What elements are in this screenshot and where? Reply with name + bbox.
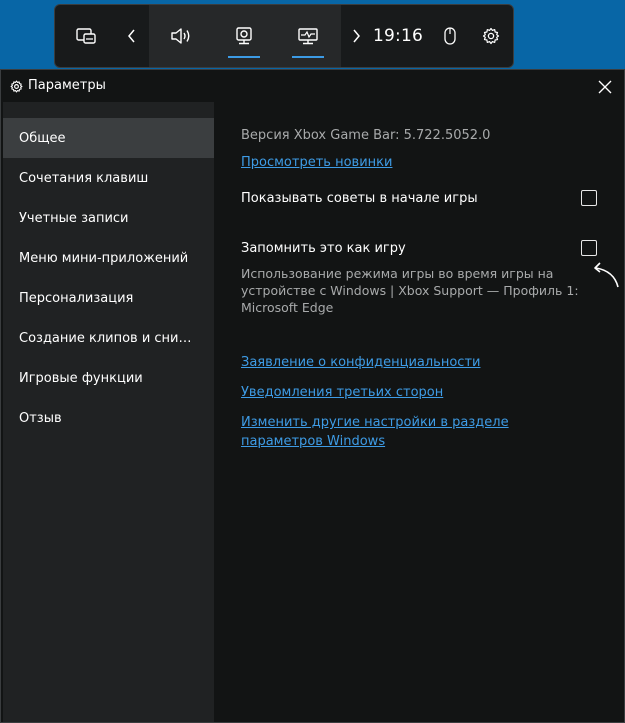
privacy-statement-link[interactable]: Заявление о конфиденциальности xyxy=(241,353,480,372)
sidebar-item-label: Учетные записи xyxy=(19,210,129,226)
version-text: Версия Xbox Game Bar: 5.722.5052.0 xyxy=(241,128,491,143)
sidebar-item-feedback[interactable]: Отзыв xyxy=(3,398,214,438)
game-description: Использование режима игры во время игры … xyxy=(241,266,579,315)
sidebar-item-label: Сочетания клавиш xyxy=(19,170,149,186)
widget-menu-button[interactable] xyxy=(69,5,103,67)
clock-time: 19:16 xyxy=(373,26,423,46)
show-tips-label: Показывать советы в начале игры xyxy=(241,191,478,206)
scroll-right-button[interactable] xyxy=(343,5,369,67)
sidebar-item-widget-menu[interactable]: Меню мини-приложений xyxy=(3,238,214,278)
performance-widget-button[interactable] xyxy=(289,5,327,67)
mouse-icon xyxy=(444,27,456,45)
sidebar-item-label: Создание клипов и снимков экрана xyxy=(19,330,201,346)
remember-game-checkbox[interactable] xyxy=(581,240,597,256)
show-tips-checkbox[interactable] xyxy=(581,190,597,206)
other-settings-link[interactable]: Изменить другие настройки в разделе пара… xyxy=(241,413,586,451)
whats-new-link[interactable]: Просмотреть новинки xyxy=(241,153,392,172)
scroll-left-button[interactable] xyxy=(119,5,145,67)
performance-icon xyxy=(298,28,318,45)
sidebar-item-general[interactable]: Общее xyxy=(3,118,214,158)
game-bar: 19:16 xyxy=(54,4,514,68)
close-button[interactable] xyxy=(592,74,618,100)
general-settings-panel: Версия Xbox Game Bar: 5.722.5052.0 Просм… xyxy=(214,102,624,722)
capture-icon xyxy=(236,27,252,45)
settings-button[interactable] xyxy=(477,5,505,67)
title-bar: Параметры xyxy=(1,70,624,102)
gear-icon xyxy=(10,80,23,93)
widget-menu-icon xyxy=(76,28,96,44)
sidebar-item-capturing[interactable]: Создание клипов и снимков экрана xyxy=(3,318,214,358)
clock: 19:16 xyxy=(373,5,423,67)
gear-icon xyxy=(482,27,500,45)
active-widget-indicator xyxy=(228,56,260,58)
sidebar-item-label: Общее xyxy=(19,130,66,146)
audio-widget-button[interactable] xyxy=(163,5,199,67)
chevron-right-icon xyxy=(353,29,360,43)
curved-arrow-icon xyxy=(594,262,619,288)
sidebar-item-label: Персонализация xyxy=(19,290,134,306)
capture-widget-button[interactable] xyxy=(225,5,263,67)
active-widget-indicator xyxy=(292,56,324,58)
third-party-notices-link[interactable]: Уведомления третьих сторон xyxy=(241,383,443,402)
audio-icon xyxy=(171,28,190,44)
close-icon xyxy=(598,80,612,94)
sidebar: Общее Сочетания клавиш Учетные записи Ме… xyxy=(3,102,214,722)
sidebar-item-label: Меню мини-приложений xyxy=(19,250,189,266)
chevron-left-icon xyxy=(128,29,135,43)
settings-window: Параметры Общее Сочетания клавиш Учетные… xyxy=(0,69,625,723)
remember-game-label: Запомнить это как игру xyxy=(241,241,406,256)
sidebar-item-shortcuts[interactable]: Сочетания клавиш xyxy=(3,158,214,198)
sidebar-item-accounts[interactable]: Учетные записи xyxy=(3,198,214,238)
sidebar-item-label: Отзыв xyxy=(19,410,62,426)
window-title: Параметры xyxy=(28,78,106,93)
sidebar-item-gaming-features[interactable]: Игровые функции xyxy=(3,358,214,398)
sidebar-item-personalization[interactable]: Персонализация xyxy=(3,278,214,318)
mouse-button[interactable] xyxy=(437,5,463,67)
sidebar-item-label: Игровые функции xyxy=(19,370,143,386)
